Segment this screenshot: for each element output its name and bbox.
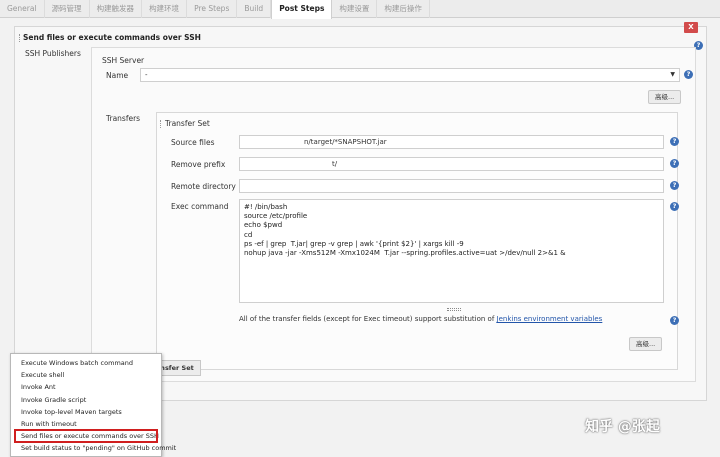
substitution-note: All of the transfer fields (except for E…	[239, 315, 602, 323]
remote-directory-input[interactable]	[239, 179, 664, 193]
help-icon[interactable]: ?	[670, 202, 679, 211]
add-build-step-menu: Execute Windows batch command Execute sh…	[10, 353, 176, 457]
server-name-value: -	[145, 71, 148, 79]
remote-directory-label: Remote directory	[171, 182, 236, 191]
substitution-note-text: All of the transfer fields (except for E…	[239, 315, 497, 323]
tab-build[interactable]: Build	[237, 0, 272, 18]
tab-post-steps[interactable]: Post Steps	[271, 0, 333, 19]
drag-handle[interactable]	[160, 120, 163, 128]
jenkins-env-vars-link[interactable]: Jenkins environment variables	[497, 315, 603, 323]
server-name-select[interactable]: - ▼	[140, 68, 680, 82]
dropdown-arrow-icon: ▼	[670, 71, 675, 78]
help-icon[interactable]: ?	[670, 181, 679, 190]
tab-bar: General 源码管理 构建触发器 构建环境 Pre Steps Build …	[0, 0, 720, 19]
ssh-publishers-label: SSH Publishers	[25, 49, 81, 58]
menu-item-github-status[interactable]: Set build status to "pending" on GitHub …	[11, 442, 176, 454]
menu-item-gradle[interactable]: Invoke Gradle script	[11, 394, 161, 406]
tab-source-management[interactable]: 源码管理	[45, 0, 90, 18]
tab-post-build-actions[interactable]: 构建后操作	[377, 0, 430, 18]
menu-item-timeout[interactable]: Run with timeout	[11, 418, 161, 430]
ssh-builder-panel: Send files or execute commands over SSH …	[14, 22, 707, 401]
drag-handle[interactable]	[19, 34, 22, 42]
server-name-label: Name	[106, 71, 129, 80]
remove-prefix-input[interactable]: t/	[239, 157, 664, 171]
transfer-advanced-button[interactable]: 高级...	[629, 337, 663, 351]
textarea-resize-grip[interactable]	[447, 308, 461, 311]
menu-item-shell[interactable]: Execute shell	[11, 369, 161, 381]
transfer-set-title: Transfer Set	[165, 119, 210, 128]
menu-item-ant[interactable]: Invoke Ant	[11, 381, 161, 393]
source-files-label: Source files	[171, 138, 215, 147]
transfers-label: Transfers	[106, 114, 141, 123]
tab-pre-steps[interactable]: Pre Steps	[187, 0, 238, 18]
tab-build-environment[interactable]: 构建环境	[142, 0, 188, 18]
transfer-set: Transfer Set Source files n/target/*SNAP…	[156, 112, 679, 370]
remove-prefix-value: t/	[332, 160, 338, 168]
source-files-input[interactable]: n/target/*SNAPSHOT.jar	[239, 135, 664, 149]
close-builder-button[interactable]: X	[684, 22, 698, 33]
ssh-server-title: SSH Server	[102, 56, 145, 65]
help-icon[interactable]: ?	[670, 316, 679, 325]
help-icon[interactable]: ?	[684, 70, 693, 79]
tab-build-settings[interactable]: 构建设置	[332, 0, 378, 18]
builder-title: Send files or execute commands over SSH	[23, 33, 201, 42]
menu-item-windows-batch[interactable]: Execute Windows batch command	[11, 357, 161, 369]
tab-general[interactable]: General	[0, 0, 45, 18]
help-icon[interactable]: ?	[670, 159, 679, 168]
ssh-publishers-area: SSH Server Name - ▼ ? 高级... Transfers Tr…	[91, 47, 696, 382]
menu-item-maven[interactable]: Invoke top-level Maven targets	[11, 406, 161, 418]
exec-command-label: Exec command	[171, 202, 229, 211]
server-advanced-button[interactable]: 高级...	[648, 90, 682, 104]
tab-build-triggers[interactable]: 构建触发器	[90, 0, 143, 18]
source-files-value: n/target/*SNAPSHOT.jar	[304, 138, 387, 146]
help-icon[interactable]: ?	[670, 137, 679, 146]
menu-item-ssh[interactable]: Send files or execute commands over SSH	[14, 429, 159, 444]
watermark-logo: 知乎 @张起	[585, 419, 660, 435]
exec-command-textarea[interactable]: #! /bin/bash source /etc/profile echo $p…	[239, 199, 664, 303]
remove-prefix-label: Remove prefix	[171, 160, 226, 169]
